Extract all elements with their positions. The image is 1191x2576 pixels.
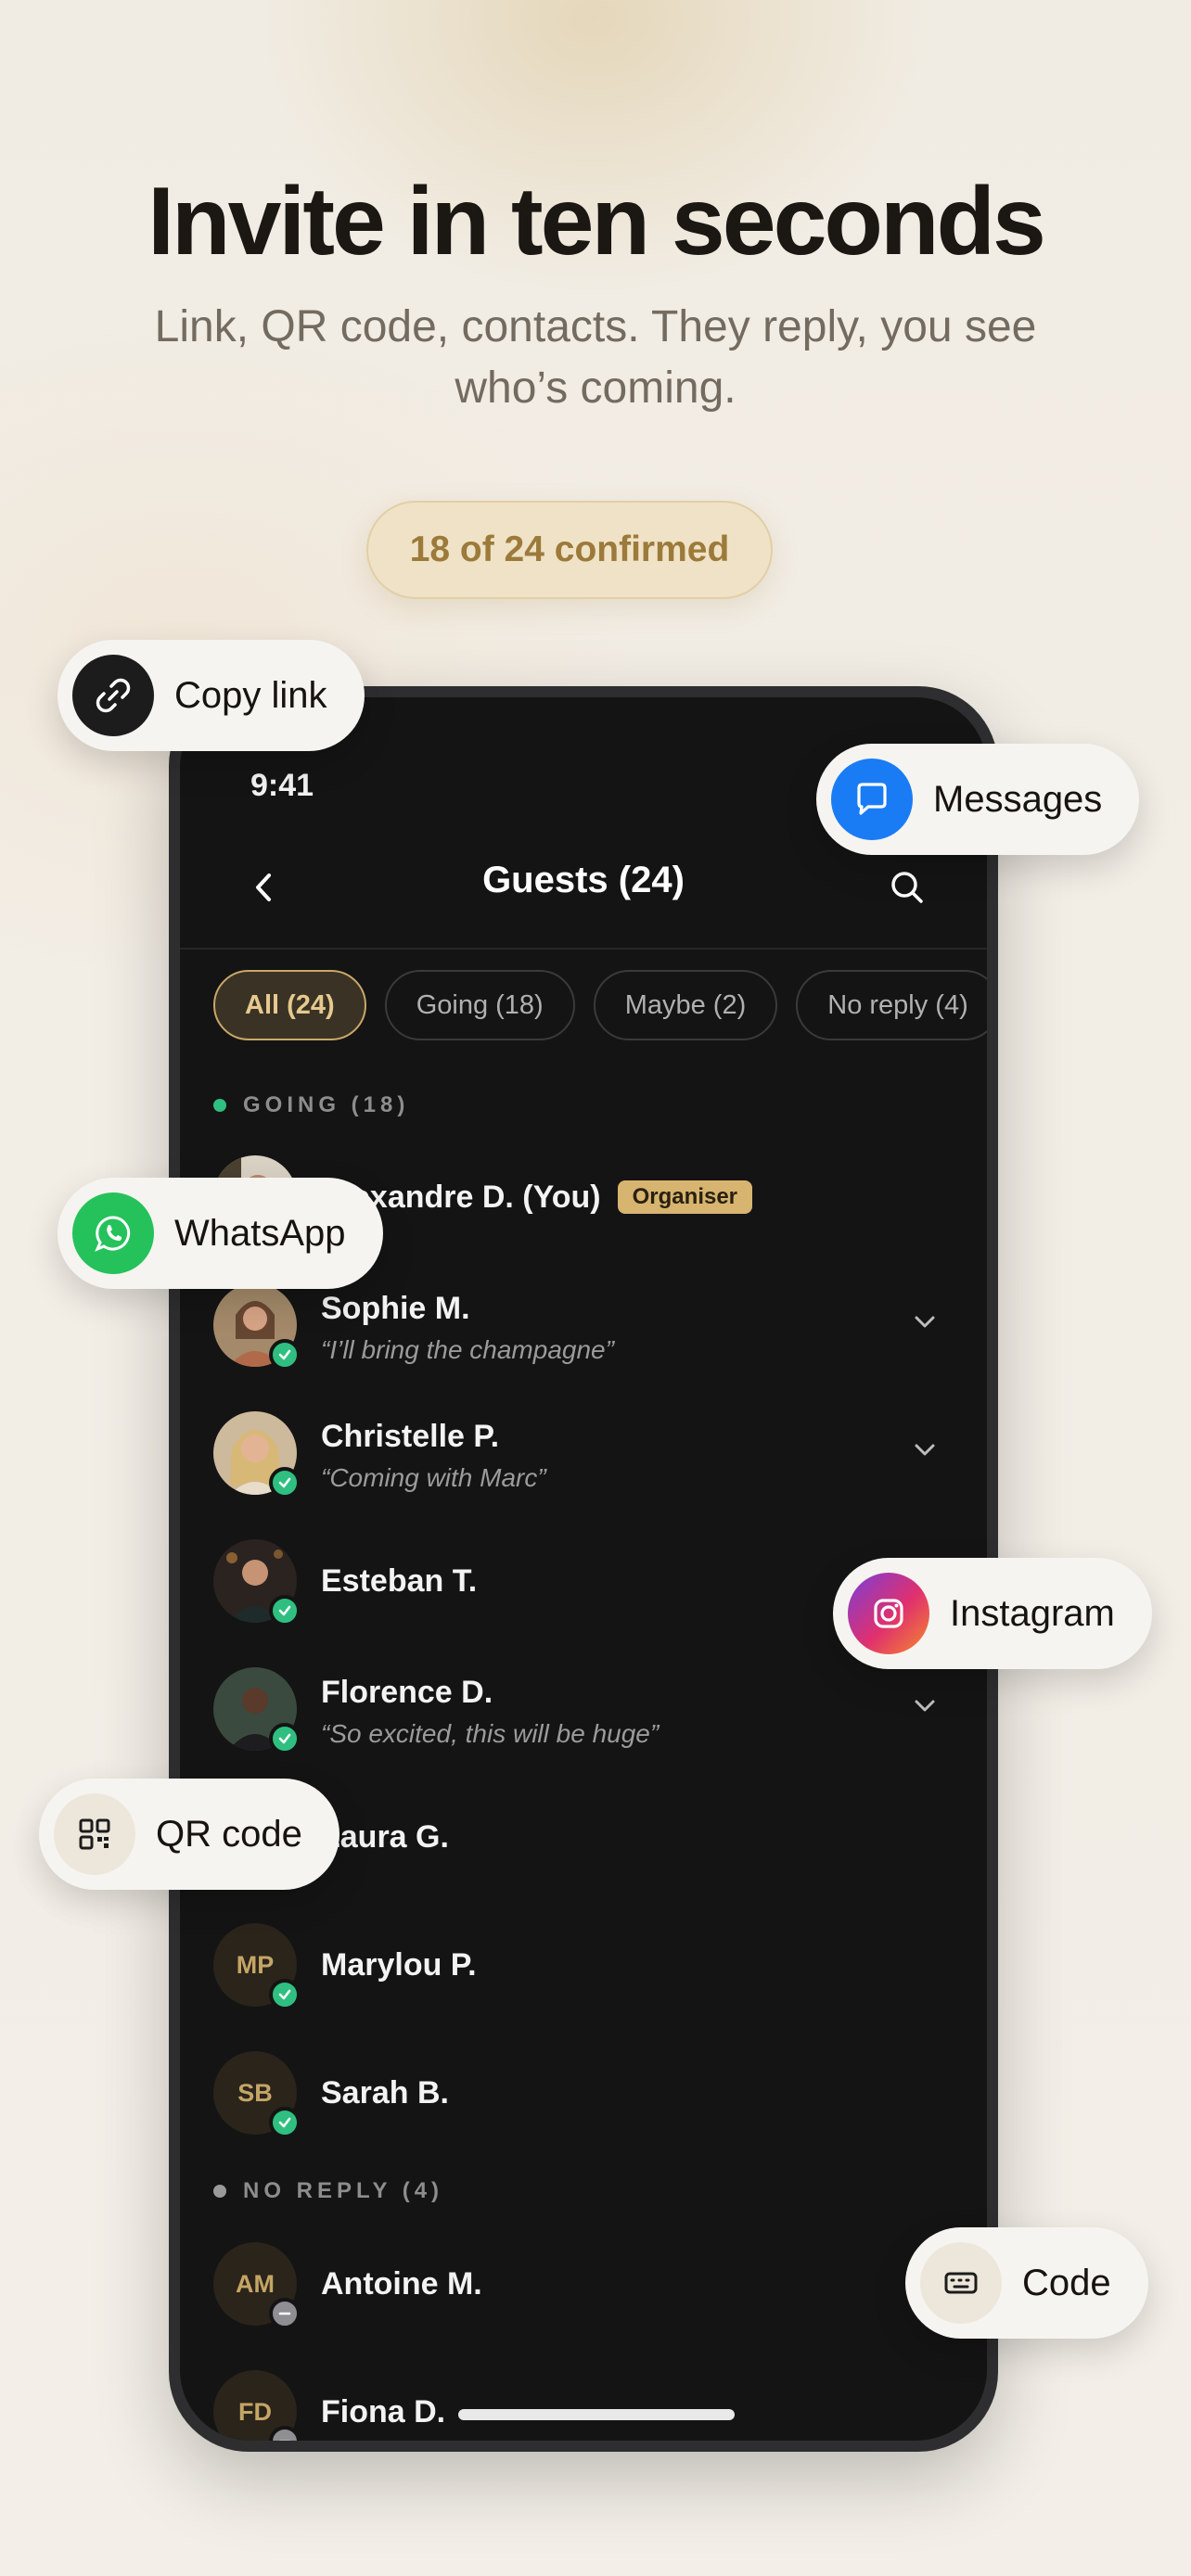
section-label-no-reply-text: NO REPLY (4): [243, 2178, 444, 2203]
whatsapp-button[interactable]: WhatsApp: [58, 1178, 383, 1289]
instagram-button[interactable]: Instagram: [833, 1558, 1152, 1669]
guest-row[interactable]: AM Antoine M.: [213, 2242, 955, 2335]
keyboard-icon: [920, 2242, 1002, 2324]
guest-name: Sarah B.: [321, 2075, 449, 2111]
section-label-going: GOING (18): [213, 1092, 409, 1118]
filter-chip-going[interactable]: Going (18): [384, 970, 575, 1040]
link-icon: [72, 655, 154, 736]
filter-chip-no-reply[interactable]: No reply (4): [796, 970, 987, 1040]
home-indicator[interactable]: [458, 2409, 735, 2420]
instagram-icon: [848, 1573, 929, 1654]
code-button[interactable]: Code: [905, 2227, 1148, 2339]
guest-name: Alexandre D. (You) Organiser: [321, 1180, 753, 1216]
page-headline: Invite in ten seconds: [147, 168, 1046, 275]
code-label: Code: [1022, 2262, 1111, 2303]
check-icon: [278, 1989, 291, 2000]
qr-code-button[interactable]: QR code: [39, 1779, 339, 1890]
no-reply-badge: [269, 2298, 301, 2329]
check-icon: [278, 1733, 291, 1744]
organiser-badge: Organiser: [617, 1180, 753, 1214]
section-label-going-text: GOING (18): [243, 1092, 410, 1117]
messages-label: Messages: [933, 778, 1103, 820]
guest-name: Laura G.: [321, 1819, 449, 1855]
going-badge: [269, 1723, 301, 1754]
guest-note: “Coming with Marc”: [321, 1463, 546, 1492]
going-badge: [269, 1979, 301, 2010]
nav-title: Guests (24): [482, 860, 685, 900]
guest-row[interactable]: Sophie M. “I’ll bring the champagne”: [213, 1283, 955, 1376]
filter-chip-all[interactable]: All (24): [213, 970, 366, 1040]
guest-name: Marylou P.: [321, 1947, 477, 1983]
guest-name: Sophie M.: [321, 1291, 470, 1326]
section-label-no-reply: NO REPLY (4): [213, 2178, 443, 2204]
going-badge: [269, 1467, 301, 1498]
going-badge: [269, 1339, 301, 1371]
check-icon: [278, 2117, 291, 2128]
minus-icon: [279, 2440, 290, 2441]
filter-chip-maybe[interactable]: Maybe (2): [593, 970, 778, 1040]
check-icon: [278, 1349, 291, 1360]
whatsapp-icon: [72, 1192, 154, 1274]
qr-code-label: QR code: [156, 1813, 302, 1855]
messages-button[interactable]: Messages: [816, 744, 1140, 855]
guest-row[interactable]: Christelle P. “Coming with Marc”: [213, 1411, 955, 1504]
chevron-down-icon[interactable]: [911, 1307, 939, 1335]
filter-chips: All (24) Going (18) Maybe (2) No reply (…: [213, 970, 987, 1040]
check-icon: [278, 1605, 291, 1616]
confirmed-count-badge: 18 of 24 confirmed: [366, 501, 773, 599]
guest-row[interactable]: Florence D. “So excited, this will be hu…: [213, 1667, 955, 1760]
instagram-label: Instagram: [950, 1592, 1115, 1634]
going-dot: [213, 1099, 226, 1112]
going-badge: [269, 2107, 301, 2138]
page-subhead: Link, QR code, contacts. They reply, you…: [154, 302, 1037, 413]
guest-note: “I’ll bring the champagne”: [321, 1335, 614, 1364]
guest-name: Esteban T.: [321, 1563, 478, 1599]
guest-note: “So excited, this will be huge”: [321, 1719, 660, 1748]
guest-name: Florence D.: [321, 1675, 493, 1710]
no-reply-dot: [213, 2185, 226, 2198]
qr-code-icon: [54, 1793, 135, 1875]
nav-divider: [180, 948, 987, 950]
copy-link-label: Copy link: [174, 674, 327, 716]
status-bar-time: 9:41: [250, 768, 314, 803]
guest-row[interactable]: MP Marylou P.: [213, 1923, 955, 2016]
guest-name: Fiona D.: [321, 2394, 446, 2429]
search-icon: [891, 872, 923, 903]
message-bubble-icon: [831, 759, 913, 840]
copy-link-button[interactable]: Copy link: [58, 640, 365, 751]
chevron-down-icon[interactable]: [911, 1691, 939, 1719]
whatsapp-label: WhatsApp: [174, 1212, 346, 1254]
going-badge: [269, 1595, 301, 1626]
guest-name: Christelle P.: [321, 1419, 500, 1454]
minus-icon: [278, 2312, 291, 2315]
check-icon: [278, 1477, 291, 1488]
search-button[interactable]: [885, 864, 929, 911]
chevron-down-icon[interactable]: [911, 1435, 939, 1463]
guest-name: Antoine M.: [321, 2266, 482, 2302]
guest-row[interactable]: FD Fiona D.: [213, 2370, 955, 2441]
guest-row[interactable]: SB Sarah B.: [213, 2051, 955, 2144]
